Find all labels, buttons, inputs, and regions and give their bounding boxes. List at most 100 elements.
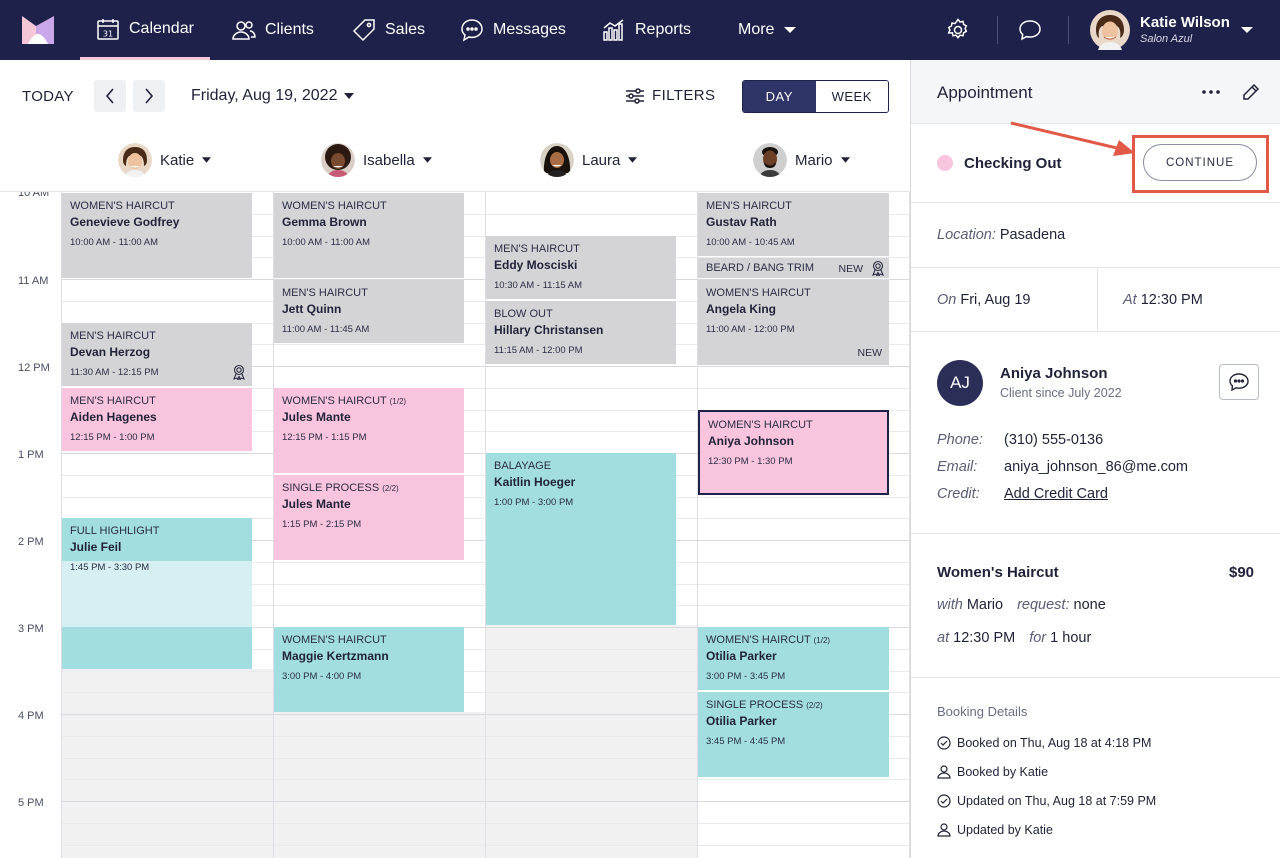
appointment-block[interactable]: SINGLE PROCESS (2/2) Otilia Parker 3:45 … xyxy=(698,692,889,777)
appointment-block-selected[interactable]: WOMEN'S HAIRCUT Aniya Johnson 12:30 PM -… xyxy=(698,410,889,495)
date-row: On Fri, Aug 19 xyxy=(937,292,1031,308)
clock-icon xyxy=(937,794,951,808)
with-label: with xyxy=(937,597,963,613)
email-value[interactable]: aniya_johnson_86@me.com xyxy=(1004,459,1188,475)
staff-header-laura[interactable]: Laura xyxy=(540,142,638,178)
nav-calendar[interactable]: 31 Calendar xyxy=(80,0,210,60)
chat-button[interactable] xyxy=(1016,16,1044,44)
time-label: 3 PM xyxy=(18,623,44,635)
appointment-block[interactable]: BLOW OUT Hillary Christansen 11:15 AM - … xyxy=(486,301,676,364)
appointment-service: MEN'S HAIRCUT xyxy=(282,287,368,299)
appointment-client: Jules Mante xyxy=(282,410,351,424)
appointment-block[interactable]: BALAYAGE Kaitlin Hoeger 1:00 PM - 3:00 P… xyxy=(486,453,676,625)
add-credit-card-link[interactable]: Add Credit Card xyxy=(1004,486,1108,502)
divider xyxy=(911,331,1280,332)
user-name[interactable]: Katie Wilson xyxy=(1140,14,1230,31)
staff-avatar xyxy=(540,143,574,177)
appointment-block[interactable]: WOMEN'S HAIRCUT Angela King 11:00 AM - 1… xyxy=(698,280,889,365)
appointment-block[interactable]: MEN'S HAIRCUT Jett Quinn 11:00 AM - 11:4… xyxy=(274,280,464,343)
appointment-block[interactable]: WOMEN'S HAIRCUT Gemma Brown 10:00 AM - 1… xyxy=(274,193,464,278)
chevron-down-icon xyxy=(202,157,212,163)
salon-logo-icon[interactable] xyxy=(22,16,54,44)
chevron-down-icon xyxy=(784,27,797,33)
filters-label: FILTERS xyxy=(652,87,716,104)
appointment-time: 12:15 PM - 1:00 PM xyxy=(70,432,155,443)
staff-header-isabella[interactable]: Isabella xyxy=(321,142,432,178)
appointment-block[interactable]: MEN'S HAIRCUT Eddy Mosciski 10:30 AM - 1… xyxy=(486,236,676,299)
gear-icon xyxy=(947,18,968,39)
client-since: Client since July 2022 xyxy=(1000,386,1122,400)
staff-name: Laura xyxy=(582,151,621,169)
client-name[interactable]: Aniya Johnson xyxy=(1000,365,1108,382)
service-time-row: at 12:30 PM for 1 hour xyxy=(937,630,1091,646)
service-price: $90 xyxy=(1229,564,1255,581)
appointment-service: SINGLE PROCESS (2/2) xyxy=(282,482,456,494)
nav-messages-label: Messages xyxy=(493,21,566,38)
nav-more[interactable]: More xyxy=(738,0,797,60)
staff-header-mario[interactable]: Mario xyxy=(753,142,850,178)
appointment-block[interactable]: WOMEN'S HAIRCUT (1/2) Otilia Parker 3:00… xyxy=(698,627,889,690)
appointment-service: FULL HIGHLIGHT xyxy=(70,525,160,537)
appointment-block[interactable]: WOMEN'S HAIRCUT Genevieve Godfrey 10:00 … xyxy=(62,193,252,278)
nav-divider xyxy=(997,16,998,44)
new-client-badge: NEW xyxy=(838,263,864,275)
appointment-block[interactable]: MEN'S HAIRCUT Devan Herzog 11:30 AM - 12… xyxy=(62,323,252,386)
email-label: Email: xyxy=(937,459,978,475)
date-picker[interactable]: Friday, Aug 19, 2022 xyxy=(191,87,355,105)
appointment-block[interactable]: BEARD / BANG TRIM NEW xyxy=(698,258,889,278)
client-avatar[interactable]: AJ xyxy=(937,360,983,406)
phone-label: Phone: xyxy=(937,432,983,448)
nav-clients[interactable]: Clients xyxy=(232,0,314,60)
appointment-client: Hillary Christansen xyxy=(494,323,604,337)
filters-button[interactable]: FILTERS xyxy=(626,87,715,104)
users-icon xyxy=(232,21,256,40)
next-day-button[interactable] xyxy=(133,80,165,112)
credit-label: Credit: xyxy=(937,486,980,502)
settings-button[interactable] xyxy=(944,16,972,44)
appointment-service: WOMEN'S HAIRCUT xyxy=(70,200,175,212)
appointment-block[interactable]: FULL HIGHLIGHT Julie Feil 1:45 PM - 3:30… xyxy=(62,518,252,669)
chevron-down-icon xyxy=(344,93,355,99)
appointment-block[interactable]: WOMEN'S HAIRCUT (1/2) Jules Mante 12:15 … xyxy=(274,388,464,473)
chevron-down-icon[interactable] xyxy=(1240,26,1254,34)
nav-sales[interactable]: Sales xyxy=(352,0,425,60)
staff-header-katie[interactable]: Katie xyxy=(118,142,212,178)
message-client-button[interactable] xyxy=(1219,364,1259,400)
at-label: At xyxy=(1123,292,1137,308)
more-options-button[interactable] xyxy=(1199,80,1223,104)
appointment-time: 1:00 PM - 3:00 PM xyxy=(494,497,574,508)
appointment-block[interactable]: MEN'S HAIRCUT Aiden Hagenes 12:15 PM - 1… xyxy=(62,388,252,451)
nav-reports[interactable]: Reports xyxy=(602,0,691,60)
appointment-block[interactable]: MEN'S HAIRCUT Gustav Rath 10:00 AM - 10:… xyxy=(698,193,889,256)
person-icon xyxy=(937,823,951,837)
continue-button[interactable]: CONTINUE xyxy=(1143,144,1257,181)
appointment-client: Devan Herzog xyxy=(70,345,151,359)
booking-row-text: Booked on Thu, Aug 18 at 4:18 PM xyxy=(957,736,1152,750)
edit-button[interactable] xyxy=(1239,80,1263,104)
appointment-client: Gustav Rath xyxy=(706,215,777,229)
nav-messages[interactable]: Messages xyxy=(460,0,566,60)
view-day-button[interactable]: DAY xyxy=(743,81,816,112)
phone-value[interactable]: (310) 555-0136 xyxy=(1004,432,1103,448)
appointment-service: MEN'S HAIRCUT xyxy=(706,200,792,212)
date-label: Friday, Aug 19, 2022 xyxy=(191,87,338,104)
appointment-block[interactable]: WOMEN'S HAIRCUT Maggie Kertzmann 3:00 PM… xyxy=(274,627,464,712)
appointment-block[interactable]: SINGLE PROCESS (2/2) Jules Mante 1:15 PM… xyxy=(274,475,464,560)
today-button[interactable]: TODAY xyxy=(22,88,74,105)
view-week-button[interactable]: WEEK xyxy=(815,81,888,112)
chevron-down-icon xyxy=(422,157,432,163)
chevron-left-icon xyxy=(105,88,114,104)
service-part: (2/2) xyxy=(382,484,399,493)
appointment-client: Jules Mante xyxy=(282,497,351,511)
person-icon xyxy=(937,765,951,779)
clock-icon xyxy=(937,736,951,750)
calendar-grid: 10 AM 11 AM 12 PM 1 PM 2 PM 3 PM 4 PM 5 … xyxy=(0,191,910,858)
appointment-time: 3:45 PM - 4:45 PM xyxy=(706,736,786,747)
for-value: 1 hour xyxy=(1050,630,1092,646)
credit-row: Credit: xyxy=(937,486,980,502)
prev-day-button[interactable] xyxy=(94,80,126,112)
chat-bubble-icon xyxy=(1019,20,1041,41)
user-avatar[interactable] xyxy=(1090,10,1130,50)
more-dots-icon xyxy=(1202,90,1220,94)
for-label: for xyxy=(1029,630,1047,646)
